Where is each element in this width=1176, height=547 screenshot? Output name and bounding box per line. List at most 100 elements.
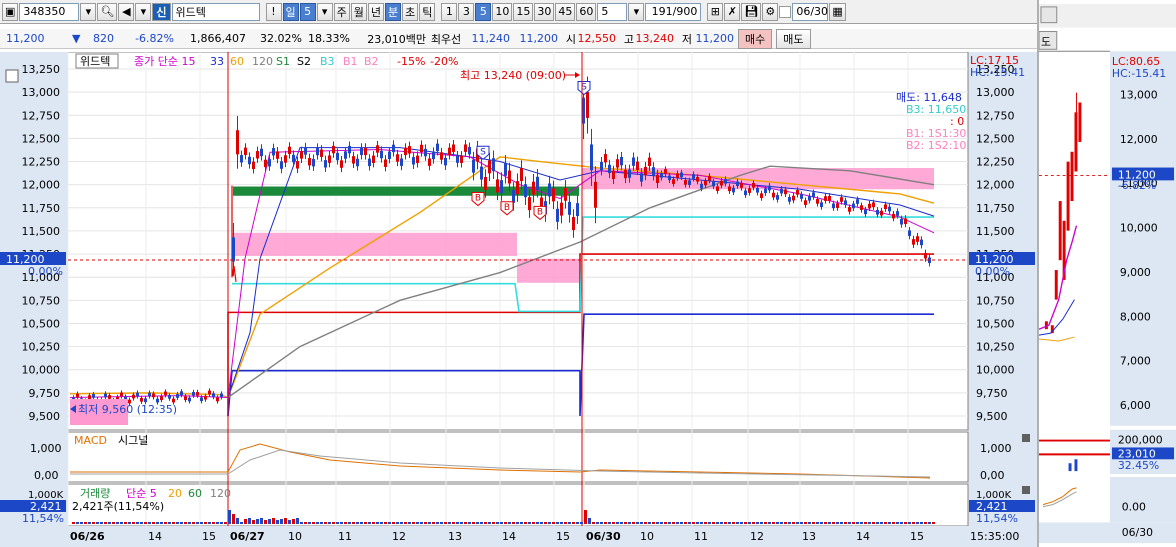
volume-bar [840, 522, 843, 524]
macd-close-icon[interactable] [1022, 434, 1030, 442]
range-field[interactable]: 191/900 [645, 2, 702, 21]
candle [804, 200, 807, 205]
dropdown-arrow-icon[interactable]: ▾ [135, 2, 152, 21]
change-amount: 820 [93, 32, 114, 45]
period-year-button[interactable]: 년 [367, 2, 384, 21]
period-dropdown-icon[interactable]: ▾ [316, 2, 333, 21]
minute-45-button[interactable]: 45 [555, 2, 576, 21]
candle [692, 174, 695, 179]
volume-bar [400, 522, 403, 524]
low-label: 저 [681, 32, 692, 46]
candle [740, 183, 743, 188]
period-month-button[interactable]: 월 [350, 2, 367, 21]
minute-60-button[interactable]: 60 [576, 2, 597, 21]
candle [792, 195, 795, 201]
minute-10-button[interactable]: 10 [492, 2, 513, 21]
volume-bar [576, 522, 579, 524]
count-dropdown-icon[interactable]: ▾ [628, 2, 645, 21]
main-chart[interactable]: 13,250 13,25013,000 13,00012,750 12,75012,5… [0, 52, 1037, 547]
volume-bar [236, 518, 239, 524]
volume-bar [420, 522, 423, 524]
candle [240, 155, 243, 163]
candle [900, 218, 903, 225]
mini-calendar-icon[interactable] [1040, 6, 1058, 24]
candle [788, 197, 791, 202]
legend-minus20: -20% [430, 55, 458, 68]
credit-badge: 신 [152, 2, 171, 21]
mini-sell-tab[interactable]: 도 [1041, 35, 1051, 48]
candle [528, 197, 531, 211]
candle [700, 183, 703, 189]
volume-bar [856, 522, 859, 524]
trade-amount: 23,010백만 [367, 32, 426, 46]
candle [904, 218, 907, 224]
volume-bar [600, 522, 603, 524]
volume-bar [476, 522, 479, 524]
checkbox[interactable] [779, 5, 792, 18]
period-tick-button[interactable]: 틱 [419, 2, 436, 21]
volume-bar [264, 520, 267, 524]
candle [572, 217, 575, 231]
volume-bar [412, 522, 415, 524]
gear-icon[interactable]: ⚙ [762, 2, 779, 21]
window-icon[interactable]: ▣ [2, 2, 19, 21]
price-axis-label-right: 9,750 [976, 387, 1008, 400]
minute-30-button[interactable]: 30 [534, 2, 555, 21]
period-week-button[interactable]: 주 [333, 2, 350, 21]
minute-3-button[interactable]: 3 [458, 2, 475, 21]
volume-bar [868, 522, 871, 524]
period-number[interactable]: 5 [299, 2, 316, 21]
candle [420, 144, 423, 153]
price-axis-label-right: 10,000 [976, 364, 1015, 377]
candle [704, 180, 707, 186]
volume-bar [768, 522, 771, 524]
candle [472, 159, 475, 173]
search-icon[interactable]: 🔍︎ [97, 2, 118, 21]
minute-15-button[interactable]: 15 [513, 2, 534, 21]
price-axis-label-left: 9,750 [29, 387, 61, 400]
volume-bar [828, 522, 831, 524]
grid-toggle-icon[interactable] [5, 69, 19, 83]
volume-bar [876, 522, 879, 524]
volume-bar [156, 522, 159, 524]
period-day-button[interactable]: 일 [282, 2, 299, 21]
price-axis-label-left: 13,250 [22, 63, 61, 76]
volume-bar [728, 522, 731, 524]
candle [332, 145, 335, 154]
candle [736, 181, 739, 187]
draw-icon[interactable]: ✗ [724, 2, 741, 21]
bid-price: 11,200 [519, 32, 559, 45]
candle [612, 170, 615, 180]
mini-chart-panel[interactable]: 도 LC:80.65 HC:-15.41 13,00012,00011,0001… [1037, 0, 1176, 547]
candle [624, 169, 627, 179]
date-field[interactable]: 06/30 [792, 2, 829, 21]
minute-5-button[interactable]: 5 [475, 2, 492, 21]
candle [664, 169, 667, 174]
chart-tools-icon[interactable]: ⊞ [707, 2, 724, 21]
candle [636, 161, 639, 170]
sell-button[interactable]: 매도 [776, 28, 811, 49]
candle [780, 188, 783, 194]
period-second-button[interactable]: 초 [402, 2, 419, 21]
speaker-icon[interactable]: ◀ [118, 2, 135, 21]
volume-bar [344, 522, 347, 524]
volume-bar [372, 522, 375, 524]
buy-button[interactable]: 매수 [738, 28, 773, 49]
time-axis-label: 15:35:00 [970, 530, 1019, 543]
volume-bar [604, 522, 607, 524]
price-axis-label-left: 12,500 [22, 132, 61, 145]
volume-close-icon[interactable] [1022, 486, 1030, 494]
stock-name-field[interactable]: 위드텍 [171, 2, 260, 21]
volume-bar [624, 522, 627, 524]
minute-1-button[interactable]: 1 [441, 2, 458, 21]
info-button[interactable]: ! [265, 2, 282, 21]
volume-bar [276, 520, 279, 524]
stock-code-input[interactable]: 348350 [19, 2, 80, 21]
calendar-icon[interactable]: ▦ [829, 2, 846, 21]
count-select[interactable]: 5 [597, 2, 628, 21]
period-minute-button[interactable]: 분 [385, 2, 402, 21]
open-label: 시 [565, 32, 576, 46]
save-icon[interactable]: 💾︎ [741, 2, 762, 21]
dropdown-icon[interactable]: ▾ [80, 2, 97, 21]
time-axis-label: 06/27 [230, 530, 265, 543]
